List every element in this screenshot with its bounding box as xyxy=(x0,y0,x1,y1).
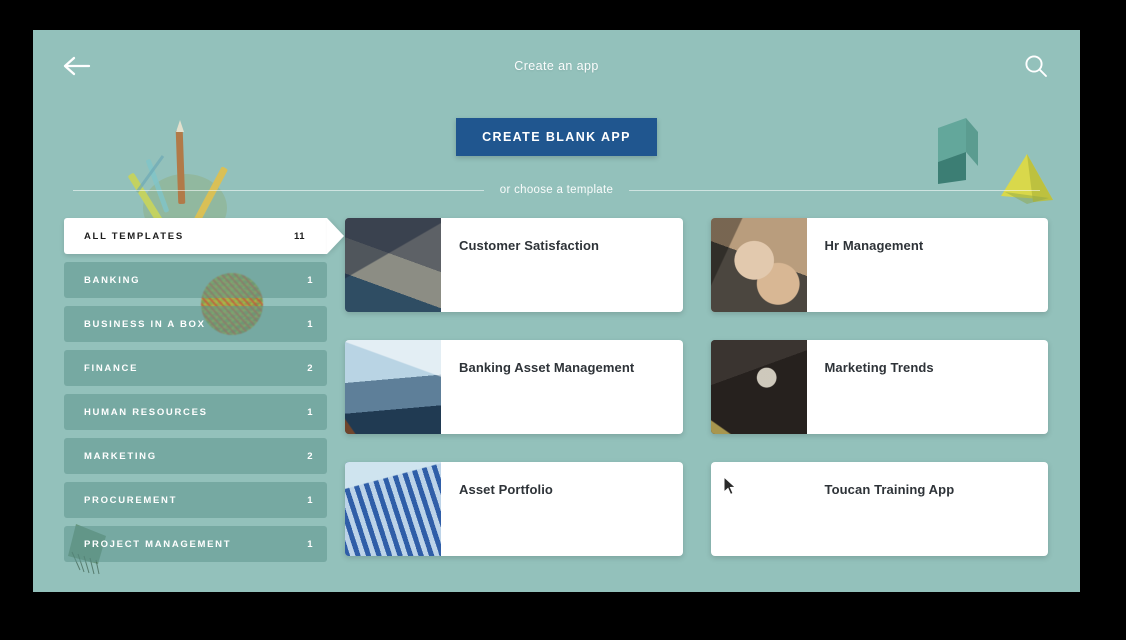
template-thumbnail xyxy=(710,340,807,434)
sidebar-item-banking[interactable]: BANKING 1 xyxy=(64,262,327,298)
sidebar-item-label: PROJECT MANAGEMENT xyxy=(84,538,232,550)
app-header: Create an app xyxy=(33,30,1080,102)
sidebar-item-label: FINANCE xyxy=(84,362,139,374)
sidebar-item-count: 1 xyxy=(307,318,313,330)
sidebar-item-label: BUSINESS IN A BOX xyxy=(84,318,206,330)
sidebar-item-marketing[interactable]: MARKETING 2 xyxy=(64,438,327,474)
sidebar-item-count: 11 xyxy=(293,230,305,242)
sidebar-item-finance[interactable]: FINANCE 2 xyxy=(64,350,327,386)
sidebar-item-label: PROCUREMENT xyxy=(84,494,178,506)
template-card[interactable]: Toucan Training App xyxy=(710,462,1048,556)
template-thumbnail xyxy=(345,462,441,556)
sidebar-item-count: 1 xyxy=(307,494,313,506)
sidebar-item-human-resources[interactable]: HUMAN RESOURCES 1 xyxy=(64,394,327,430)
sidebar-item-label: ALL TEMPLATES xyxy=(84,230,184,242)
sidebar-item-all-templates[interactable]: ALL TEMPLATES 11 xyxy=(64,218,327,254)
sidebar-item-count: 1 xyxy=(307,274,313,286)
divider-line-left xyxy=(73,189,484,191)
template-card[interactable]: Customer Satisfaction xyxy=(345,218,683,312)
template-title: Hr Management xyxy=(824,238,924,253)
template-card[interactable]: Hr Management xyxy=(710,218,1048,312)
template-grid: Customer Satisfaction Hr Management Bankin… xyxy=(327,218,1068,562)
divider-line-right xyxy=(629,189,1040,191)
sidebar-item-label: BANKING xyxy=(84,274,141,286)
template-title: Banking Asset Management xyxy=(459,360,635,375)
sidebar-item-label: HUMAN RESOURCES xyxy=(84,406,208,418)
sidebar-item-count: 1 xyxy=(307,406,313,418)
sidebar-item-count: 2 xyxy=(307,450,313,462)
template-card[interactable]: Banking Asset Management xyxy=(345,340,683,434)
cta-row: CREATE BLANK APP xyxy=(33,118,1080,156)
template-thumbnail xyxy=(345,218,441,312)
app-window: Create an app CREATE BLANK APP or choose… xyxy=(33,30,1080,592)
divider: or choose a template xyxy=(73,184,1040,196)
template-card[interactable]: Asset Portfolio xyxy=(345,462,683,556)
sidebar-item-count: 1 xyxy=(307,538,313,550)
page-title: Create an app xyxy=(514,59,599,73)
template-card[interactable]: Marketing Trends xyxy=(710,340,1048,434)
sidebar-item-label: MARKETING xyxy=(84,450,157,462)
sidebar-item-project-management[interactable]: PROJECT MANAGEMENT 1 xyxy=(64,526,327,562)
pyramid-illustration xyxy=(1001,154,1053,204)
category-sidebar: ALL TEMPLATES 11 BANKING 1 BUSINESS IN A BOX… xyxy=(33,218,327,562)
template-title: Toucan Training App xyxy=(824,482,955,497)
create-blank-app-button[interactable]: CREATE BLANK APP xyxy=(456,118,657,156)
sidebar-item-procurement[interactable]: PROCUREMENT 1 xyxy=(64,482,327,518)
template-thumbnail xyxy=(710,462,807,556)
content-body: ALL TEMPLATES 11 BANKING 1 BUSINESS IN A BOX… xyxy=(33,218,1080,562)
template-title: Marketing Trends xyxy=(824,360,934,375)
template-thumbnail xyxy=(345,340,441,434)
template-thumbnail xyxy=(710,218,807,312)
template-title: Asset Portfolio xyxy=(459,482,553,497)
sidebar-item-business-in-a-box[interactable]: BUSINESS IN A BOX 1 xyxy=(64,306,327,342)
sidebar-item-count: 2 xyxy=(307,362,313,374)
template-title: Customer Satisfaction xyxy=(459,238,600,253)
divider-label: or choose a template xyxy=(499,184,614,196)
